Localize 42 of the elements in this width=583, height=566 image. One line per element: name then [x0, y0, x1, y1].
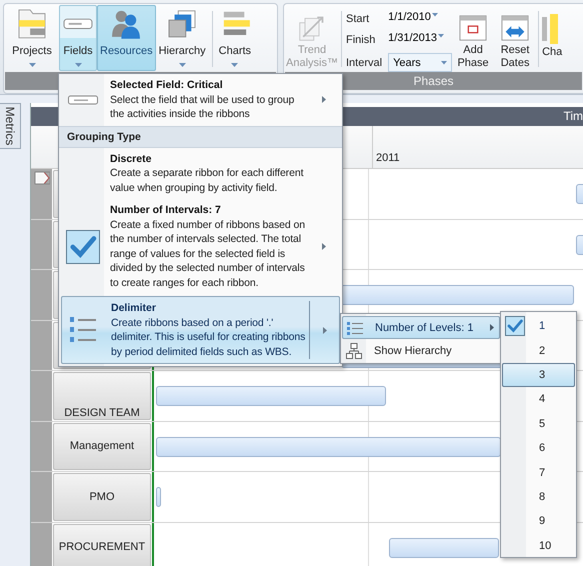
menu-item-title: Number of Intervals: 7: [110, 203, 222, 218]
menu-item[interactable]: 2: [502, 338, 575, 363]
menu-item[interactable]: 8: [502, 484, 575, 510]
ribbon-button[interactable]: Add Phase: [452, 5, 494, 71]
ribbon-button[interactable]: Charts: [216, 5, 254, 71]
menu-item[interactable]: 10: [502, 534, 575, 558]
menu-item-description: Create a fixed number of ribbons based on the number of intervals selected. The total range of values for the selected field is divided by the selected number of intervals to create ranges for each ribbon.: [110, 218, 306, 290]
row-label: Management: [70, 440, 134, 452]
menu-item-title: Discrete: [110, 152, 152, 166]
menu-item[interactable]: 5: [502, 412, 575, 436]
row-label: PROCUREMENT: [58, 541, 146, 554]
ribbon-button[interactable]: Reset Dates: [494, 5, 536, 71]
date-dropdown[interactable]: 1/31/2013: [388, 32, 452, 48]
ribbon-button[interactable]: Cha: [541, 5, 564, 71]
field-label: Interval: [346, 56, 382, 68]
field-label: Finish: [346, 34, 376, 46]
ribbon-button[interactable]: Resources: [97, 5, 156, 71]
menu-item[interactable]: 7: [502, 460, 575, 485]
menu-item-title: Delimiter: [111, 301, 157, 316]
interval-dropdown[interactable]: Years: [388, 53, 452, 72]
menu-item[interactable]: 3: [502, 362, 575, 388]
menu-item[interactable]: Show Hierarchy: [342, 340, 500, 361]
menu-item[interactable]: 6: [502, 436, 575, 460]
menu-item[interactable]: Discrete Create a separate ribbon for each different value when grouping by activity field.: [61, 148, 340, 199]
metrics-tab[interactable]: Metrics: [0, 103, 21, 149]
menu-item-description: Create ribbons based on a period '.' delimiter. This is useful for creating ribbons by period delimited fields such as WBS.: [111, 316, 306, 359]
menu-item[interactable]: Number of Levels: 1: [342, 316, 500, 339]
menu-item-description: Create a separate ribbon for each different value when grouping by activity field.: [110, 166, 304, 195]
row-label: PMO: [89, 490, 115, 503]
row-label: DESIGN TEAM: [64, 406, 140, 419]
field-label: Start: [346, 13, 370, 25]
ribbon-button[interactable]: Hierarchy: [156, 5, 209, 71]
menu-item-title: Selected Field: Critical: [110, 78, 224, 92]
menu-item[interactable]: 9: [502, 509, 575, 534]
date-dropdown[interactable]: 1/1/2010: [388, 11, 452, 27]
ribbon-button[interactable]: Fields: [59, 5, 97, 71]
menu-section-header: Grouping Type: [59, 126, 342, 148]
menu-item[interactable]: Delimiter Create ribbons based on a period '.' delimiter. This is useful for creating ribbons by period delimited fields such as WBS.: [61, 296, 340, 364]
menu-item[interactable]: 1: [502, 314, 575, 338]
ribbon-button[interactable]: Projects: [5, 5, 59, 71]
year-label: 2011: [375, 152, 400, 166]
menu-item[interactable]: 4: [502, 387, 575, 412]
